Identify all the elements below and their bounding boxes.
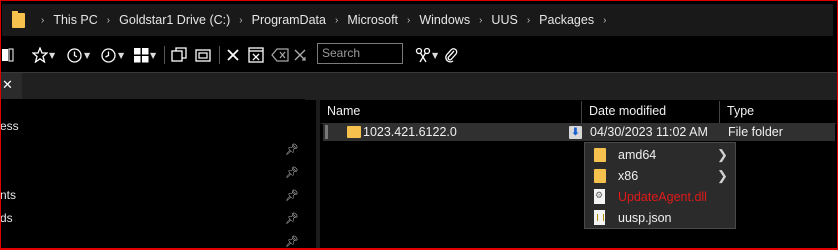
breadcrumb-separator[interactable]: ›: [407, 15, 410, 26]
breadcrumb-uus[interactable]: UUS: [491, 13, 517, 27]
nav-item[interactable]: ess: [0, 119, 19, 133]
table-row[interactable]: 1023.421.6122.0 ⬇ 04/30/2023 11:02 AM Fi…: [323, 123, 835, 141]
popup-item-label: amd64: [618, 148, 657, 162]
toolbar-divider: [219, 46, 220, 64]
folder-contents-popup: amd64 ❯ x86 ❯ UpdateAgent.dll uusp.json: [584, 142, 736, 229]
chevron-right-icon[interactable]: ❯: [717, 145, 728, 165]
windows-icon[interactable]: ▼: [134, 44, 156, 66]
column-header-name[interactable]: Name: [327, 99, 360, 123]
breadcrumb-separator[interactable]: ›: [335, 15, 338, 26]
tab-close-button[interactable]: ✕: [0, 73, 22, 99]
search-input[interactable]: Search: [317, 43, 403, 64]
toolbar-divider: [164, 46, 165, 64]
pane-splitter[interactable]: [316, 99, 320, 249]
breadcrumb-windows[interactable]: Windows: [419, 13, 470, 27]
folder-icon: [594, 148, 606, 162]
row-expander[interactable]: [325, 125, 328, 139]
popup-item-amd64[interactable]: amd64 ❯: [585, 145, 735, 165]
breadcrumb-drive[interactable]: Goldstar1 Drive (C:): [119, 13, 230, 27]
paperclip-icon[interactable]: [444, 44, 458, 66]
file-name[interactable]: 1023.421.6122.0: [363, 123, 457, 141]
breadcrumb-separator[interactable]: ›: [603, 15, 606, 26]
breadcrumb-separator: ›: [41, 14, 45, 26]
layout-icon[interactable]: [2, 44, 14, 66]
chevron-right-icon[interactable]: ❯: [717, 166, 728, 186]
popup-item-x86[interactable]: x86 ❯: [585, 166, 735, 186]
history-icon[interactable]: ▼: [66, 44, 90, 66]
star-icon[interactable]: ▼: [32, 44, 55, 66]
chevron-down-icon[interactable]: ▼: [49, 51, 55, 60]
popup-item-uusp-json[interactable]: uusp.json: [585, 208, 735, 228]
pin-icon[interactable]: 📌︎: [285, 213, 299, 225]
breadcrumb-this-pc[interactable]: This PC: [53, 13, 97, 27]
dll-file-icon: [594, 189, 605, 204]
breadcrumb-separator[interactable]: ›: [527, 15, 530, 26]
breadcrumb-separator[interactable]: ›: [239, 15, 242, 26]
scissors-icon[interactable]: ▼: [415, 44, 438, 66]
breadcrumb-programdata[interactable]: ProgramData: [252, 13, 326, 27]
copy-icon[interactable]: [171, 44, 187, 66]
cross-arrow-icon[interactable]: [293, 44, 307, 66]
close-box-icon[interactable]: [248, 44, 264, 66]
column-divider[interactable]: [581, 101, 582, 123]
nav-item[interactable]: nts: [0, 188, 16, 202]
breadcrumb-microsoft[interactable]: Microsoft: [347, 13, 398, 27]
file-date-modified: 04/30/2023 11:02 AM: [590, 125, 708, 139]
breadcrumb-separator[interactable]: ›: [107, 15, 110, 26]
breadcrumb: › This PC › Goldstar1 Drive (C:) › Progr…: [32, 4, 615, 36]
delete-icon[interactable]: [226, 44, 240, 66]
paste-icon[interactable]: [195, 44, 211, 66]
chevron-down-icon[interactable]: ▼: [118, 51, 124, 60]
chevron-down-icon[interactable]: ▼: [432, 51, 438, 60]
toolbar: ▼ ▼ ▼ ▼ ▼: [0, 40, 838, 70]
nav-item[interactable]: ds: [0, 211, 13, 225]
folder-icon: [594, 169, 606, 183]
pin-icon[interactable]: 📌︎: [285, 236, 299, 248]
chevron-down-icon[interactable]: ▼: [84, 51, 90, 60]
navigation-pane: ess 📌︎ 📌︎ nts 📌︎ ds 📌︎ 📌︎: [0, 99, 305, 248]
pin-icon[interactable]: 📌︎: [285, 144, 299, 156]
tab-strip: [0, 72, 838, 100]
file-type: File folder: [728, 125, 783, 139]
column-header-type[interactable]: Type: [727, 99, 754, 123]
address-bar[interactable]: › This PC › Goldstar1 Drive (C:) › Progr…: [2, 4, 833, 36]
download-arrow-icon[interactable]: ⬇: [569, 126, 582, 139]
pin-icon[interactable]: 📌︎: [285, 190, 299, 202]
breadcrumb-packages[interactable]: Packages: [539, 13, 594, 27]
popup-item-label: x86: [618, 169, 639, 183]
folder-icon: [12, 11, 25, 28]
breadcrumb-separator[interactable]: ›: [479, 15, 482, 26]
column-header-date-modified[interactable]: Date modified: [589, 99, 666, 123]
column-headers: Name Date modified Type: [321, 99, 836, 124]
popup-item-updateagent-dll[interactable]: UpdateAgent.dll: [585, 187, 735, 207]
chevron-down-icon[interactable]: ▼: [150, 51, 156, 60]
backspace-icon[interactable]: [271, 44, 289, 66]
popup-item-label: UpdateAgent.dll: [618, 190, 707, 204]
history2-icon[interactable]: ▼: [100, 44, 124, 66]
column-divider[interactable]: [719, 101, 720, 123]
pin-icon[interactable]: 📌︎: [285, 167, 299, 179]
popup-item-label: uusp.json: [618, 211, 672, 225]
json-file-icon: [594, 210, 605, 225]
folder-icon: [347, 126, 361, 138]
